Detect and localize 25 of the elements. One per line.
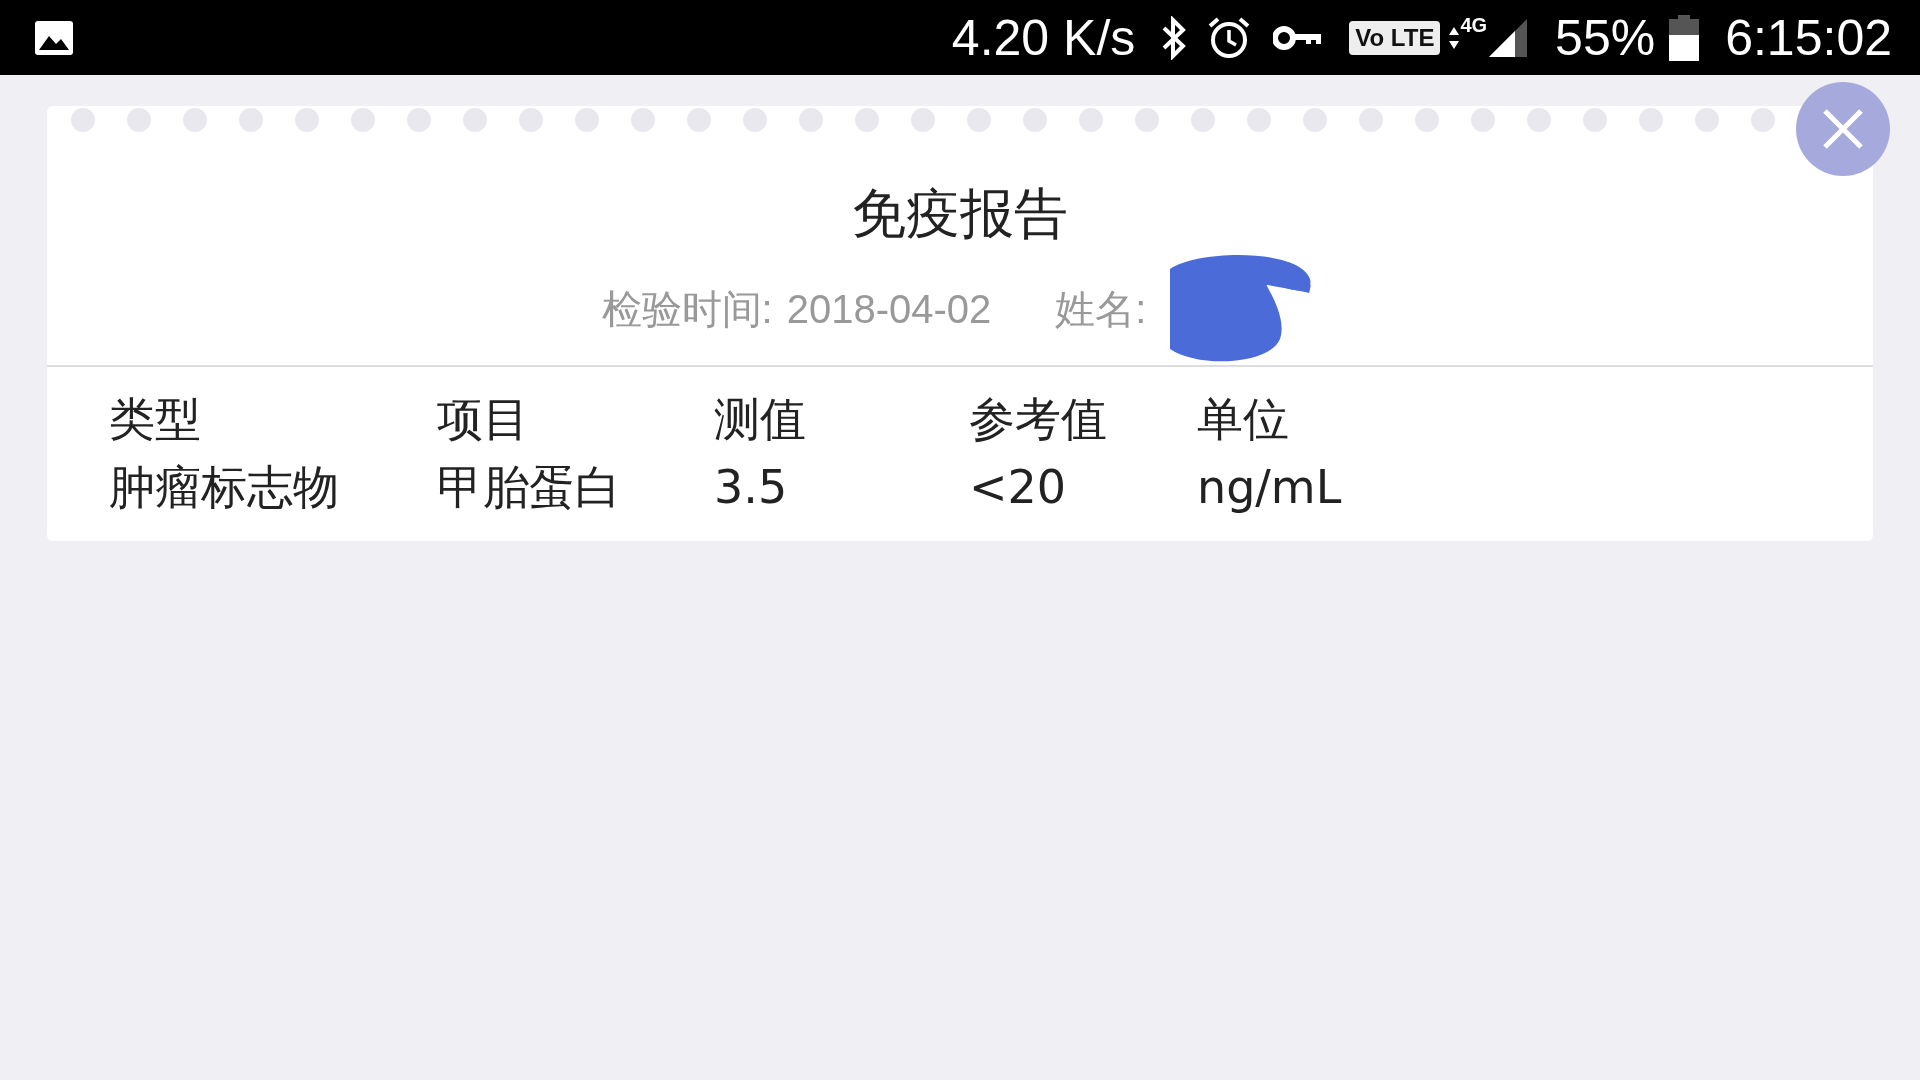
report-title: 免疫报告 bbox=[851, 181, 1069, 247]
column-header: 测值 bbox=[714, 391, 807, 448]
bluetooth-icon bbox=[1161, 15, 1188, 60]
volte-badge: Vo LTE bbox=[1349, 20, 1441, 55]
key-icon bbox=[1273, 23, 1324, 52]
battery-level: 55% bbox=[1555, 8, 1656, 67]
battery-icon bbox=[1669, 14, 1700, 61]
table-cell-text: <20 bbox=[969, 459, 1068, 516]
table-cell-text: 肿瘤标志物 bbox=[109, 459, 340, 516]
test-date: 2018-04-02 bbox=[786, 286, 992, 332]
date-label: 检验时间: bbox=[601, 285, 773, 333]
column-header: 项目 bbox=[437, 391, 530, 448]
alarm-icon bbox=[1207, 15, 1252, 60]
close-icon bbox=[1821, 107, 1865, 151]
table-cell-text: 甲胎蛋白 bbox=[437, 459, 622, 516]
column-header: 参考值 bbox=[969, 391, 1108, 448]
column-header: 类型 bbox=[109, 391, 202, 448]
column-header: 单位 bbox=[1197, 391, 1290, 448]
clock-time: 6:15:02 bbox=[1725, 8, 1892, 67]
network-type: 4G bbox=[1460, 14, 1488, 37]
image-icon bbox=[34, 19, 74, 56]
network-speed: 4.20 K/s bbox=[951, 8, 1136, 67]
table-cell-text: ng/mL bbox=[1197, 459, 1343, 516]
name-label: 姓名: bbox=[1055, 285, 1147, 333]
table-cell-text: 3.5 bbox=[714, 459, 789, 516]
